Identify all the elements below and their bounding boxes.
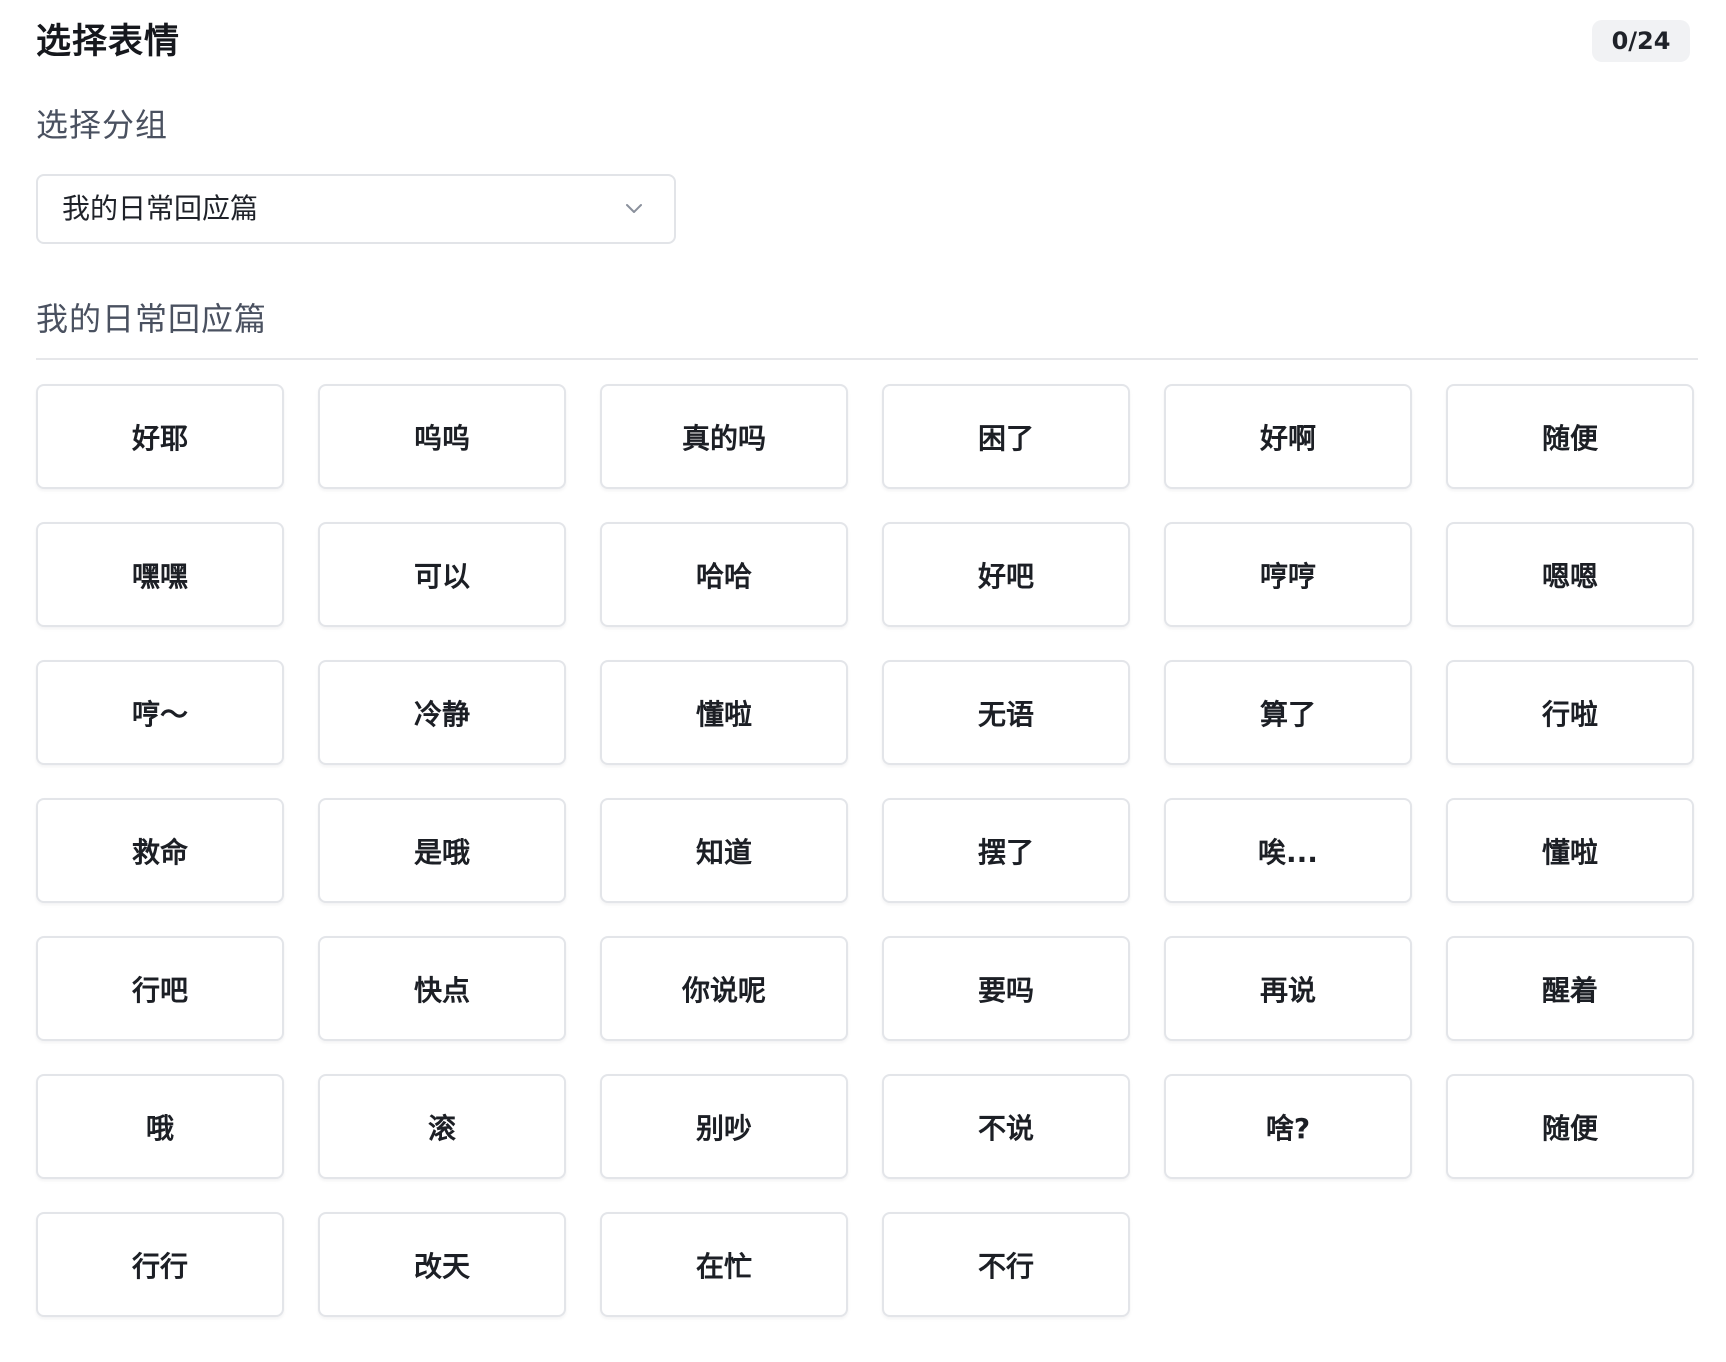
group-select-label: 选择分组 <box>36 106 169 144</box>
emoji-tile[interactable]: 知道 <box>600 798 848 903</box>
emoji-tile[interactable]: 哼哼 <box>1164 522 1412 627</box>
emoji-tile[interactable]: 好耶 <box>36 384 284 489</box>
emoji-tile[interactable]: 随便 <box>1446 1074 1694 1179</box>
emoji-tile[interactable]: 呜呜 <box>318 384 566 489</box>
emoji-tile[interactable]: 嗯嗯 <box>1446 522 1694 627</box>
emoji-tile[interactable]: 行啦 <box>1446 660 1694 765</box>
emoji-tile[interactable]: 你说呢 <box>600 936 848 1041</box>
emoji-tile[interactable]: 懂啦 <box>600 660 848 765</box>
emoji-tile[interactable]: 快点 <box>318 936 566 1041</box>
chevron-down-icon <box>626 204 642 213</box>
header: 选择表情 0/24 <box>36 14 1690 72</box>
group-select-value: 我的日常回应篇 <box>62 192 259 225</box>
emoji-tile[interactable]: 哼～ <box>36 660 284 765</box>
emoji-tile[interactable]: 是哦 <box>318 798 566 903</box>
emoji-tile[interactable]: 不行 <box>882 1212 1130 1317</box>
emoji-tile[interactable]: 醒着 <box>1446 936 1694 1041</box>
emoji-tile[interactable]: 要吗 <box>882 936 1130 1041</box>
emoji-tile[interactable]: 懂啦 <box>1446 798 1694 903</box>
emoji-tile[interactable]: 哈哈 <box>600 522 848 627</box>
emoji-tile[interactable]: 冷静 <box>318 660 566 765</box>
emoji-tile[interactable]: 啥? <box>1164 1074 1412 1179</box>
emoji-tile[interactable]: 困了 <box>882 384 1130 489</box>
emoji-tile[interactable]: 随便 <box>1446 384 1694 489</box>
emoji-tile[interactable]: 无语 <box>882 660 1130 765</box>
section-title: 我的日常回应篇 <box>36 300 268 338</box>
emoji-tile[interactable]: 行行 <box>36 1212 284 1317</box>
emoji-grid: 好耶 呜呜 真的吗 困了 好啊 随便 嘿嘿 可以 哈哈 好吧 哼哼 嗯嗯 哼～ 冷静 懂啦 无语 算了 行啦 救命是… <box>36 384 1698 1317</box>
emoji-tile[interactable]: 再说 <box>1164 936 1412 1041</box>
emoji-tile[interactable]: 滚 <box>318 1074 566 1179</box>
section-divider <box>36 358 1698 360</box>
emoji-tile[interactable]: 嘿嘿 <box>36 522 284 627</box>
emoji-tile[interactable]: 可以 <box>318 522 566 627</box>
emoji-tile[interactable]: 唉... <box>1164 798 1412 903</box>
emoji-tile[interactable]: 改天 <box>318 1212 566 1317</box>
emoji-tile[interactable]: 救命 <box>36 798 284 903</box>
emoji-tile[interactable]: 真的吗 <box>600 384 848 489</box>
emoji-tile[interactable]: 摆了 <box>882 798 1130 903</box>
emoji-tile[interactable]: 好吧 <box>882 522 1130 627</box>
emoji-tile[interactable]: 在忙 <box>600 1212 848 1317</box>
group-select-dropdown[interactable]: 我的日常回应篇 <box>36 174 676 244</box>
selection-counter-badge: 0/24 <box>1592 20 1690 62</box>
emoji-picker-page: 选择表情 0/24 选择分组 我的日常回应篇 我的日常回应篇 好耶 呜呜 真的吗 困了… <box>0 0 1726 1362</box>
page-title: 选择表情 <box>36 22 181 62</box>
emoji-tile[interactable]: 行吧 <box>36 936 284 1041</box>
emoji-tile[interactable]: 不说 <box>882 1074 1130 1179</box>
emoji-tile[interactable]: 算了 <box>1164 660 1412 765</box>
emoji-tile[interactable]: 别吵 <box>600 1074 848 1179</box>
emoji-tile[interactable]: 哦 <box>36 1074 284 1179</box>
emoji-tile[interactable]: 好啊 <box>1164 384 1412 489</box>
